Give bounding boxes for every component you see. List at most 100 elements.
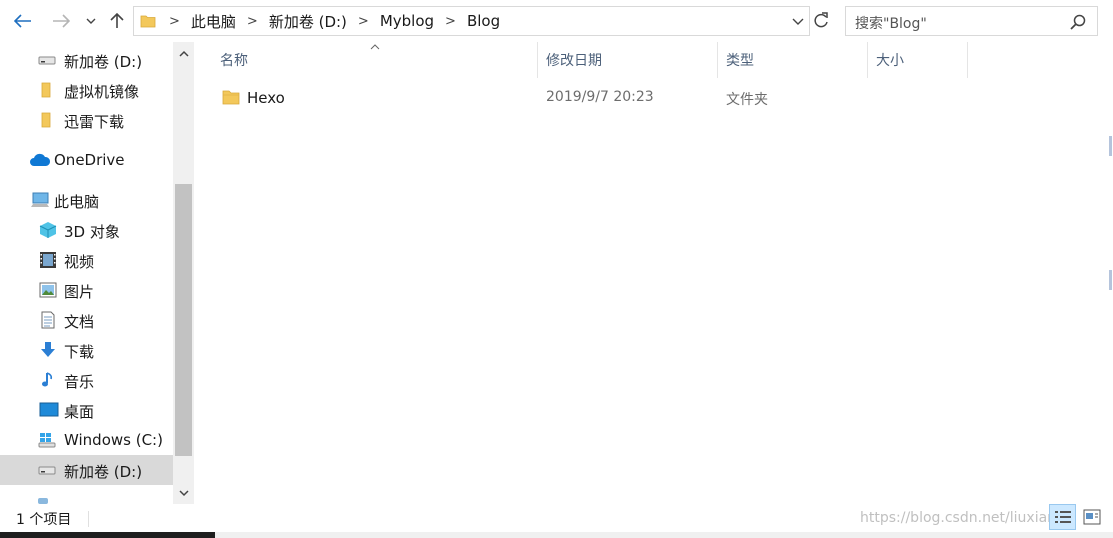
file-name: Hexo	[247, 89, 285, 107]
nav-item-label: 音乐	[64, 373, 95, 391]
nav-item-label: 视频	[64, 253, 95, 271]
nav-item-label: 桌面	[64, 403, 95, 421]
address-dropdown-button[interactable]	[791, 12, 807, 30]
column-header-size[interactable]: 大小	[868, 42, 968, 78]
file-modified: 2019/9/7 20:23	[546, 89, 654, 105]
breadcrumb-blog[interactable]: Blog	[463, 12, 504, 30]
column-header-label: 类型	[726, 53, 754, 69]
nav-item-drive-d[interactable]: 新加卷 (D:)	[0, 455, 173, 485]
breadcrumb-myblog[interactable]: Myblog	[376, 12, 438, 30]
search-box[interactable]: 搜索"Blog"	[845, 6, 1098, 36]
breadcrumb-separator[interactable]: >	[240, 14, 265, 29]
music-icon	[39, 371, 57, 389]
nav-item-label: 新加卷 (D:)	[64, 53, 143, 71]
refresh-icon	[814, 12, 828, 28]
table-row[interactable]: Hexo 2019/9/7 20:23 文件夹	[214, 84, 974, 112]
folder-icon	[222, 89, 240, 105]
window-right-edge	[1108, 0, 1113, 538]
nav-item-onedrive[interactable]: OneDrive	[0, 145, 173, 175]
nav-item-label: OneDrive	[54, 151, 125, 169]
taskbar-edge	[0, 532, 1113, 538]
drive-icon	[38, 461, 56, 479]
status-bar: 1 个项目 https://blog.csdn.net/liuxian	[0, 504, 1113, 532]
folder-icon	[140, 15, 156, 28]
column-header-label: 名称	[220, 53, 248, 69]
desktop-icon	[39, 401, 59, 419]
forward-button[interactable]	[48, 8, 74, 34]
nav-item-xunlei-downloads[interactable]: 迅雷下载	[0, 105, 173, 135]
nav-item-this-pc[interactable]: 此电脑	[0, 185, 173, 215]
scroll-down-button[interactable]	[173, 482, 194, 504]
downloads-icon	[39, 341, 57, 359]
nav-item-drive-d-quick[interactable]: 新加卷 (D:)	[0, 45, 173, 75]
nav-item-label: 虚拟机镜像	[64, 83, 140, 101]
nav-item-label: 下载	[64, 343, 95, 361]
navigation-scrollbar[interactable]	[173, 42, 194, 504]
large-icons-view-button[interactable]	[1078, 504, 1105, 530]
up-arrow-icon	[110, 13, 124, 28]
onedrive-cloud-icon	[29, 151, 51, 169]
nav-item-downloads[interactable]: 下载	[0, 335, 173, 365]
column-header-modified[interactable]: 修改日期	[538, 42, 718, 78]
windows-drive-icon	[38, 431, 56, 449]
chevron-up-icon	[178, 50, 189, 57]
address-bar[interactable]: > 此电脑 > 新加卷 (D:) > Myblog > Blog	[133, 6, 810, 36]
nav-item-videos[interactable]: 视频	[0, 245, 173, 275]
drive-icon	[38, 51, 56, 69]
nav-item-label: 新加卷 (D:)	[64, 463, 143, 481]
address-toolbar: > 此电脑 > 新加卷 (D:) > Myblog > Blog 搜索"Blog…	[0, 0, 1113, 42]
recent-locations-button[interactable]	[82, 8, 100, 34]
nav-item-3d-objects[interactable]: 3D 对象	[0, 215, 173, 245]
forward-arrow-icon	[53, 14, 70, 28]
details-view-button[interactable]	[1049, 504, 1076, 530]
nav-item-label: 文档	[64, 313, 95, 331]
chevron-down-icon	[178, 489, 189, 496]
column-header-name[interactable]: 名称	[212, 42, 538, 78]
breadcrumb-drive-d[interactable]: 新加卷 (D:)	[265, 11, 351, 32]
scroll-up-button[interactable]	[173, 42, 194, 64]
search-placeholder: 搜索"Blog"	[855, 16, 927, 32]
column-header-type[interactable]: 类型	[718, 42, 868, 78]
breadcrumb-separator[interactable]: >	[438, 14, 463, 29]
videos-icon	[39, 251, 57, 269]
folder-icon	[38, 81, 56, 99]
nav-item-label: 3D 对象	[64, 223, 120, 241]
nav-item-desktop[interactable]: 桌面	[0, 395, 173, 425]
chevron-down-icon	[86, 18, 96, 24]
nav-item-label: Windows (C:)	[64, 431, 163, 449]
nav-item-music[interactable]: 音乐	[0, 365, 173, 395]
nav-item-pictures[interactable]: 图片	[0, 275, 173, 305]
refresh-button[interactable]	[812, 8, 834, 34]
breadcrumb: > 此电脑 > 新加卷 (D:) > Myblog > Blog	[140, 7, 504, 35]
file-type: 文件夹	[726, 92, 768, 108]
search-icon[interactable]	[1069, 13, 1087, 31]
status-divider	[88, 511, 89, 527]
nav-item-vm-images[interactable]: 虚拟机镜像	[0, 75, 173, 105]
watermark: https://blog.csdn.net/liuxian	[860, 510, 1057, 526]
scroll-thumb[interactable]	[175, 184, 192, 456]
column-header-label: 修改日期	[546, 53, 602, 69]
documents-icon	[39, 311, 57, 329]
file-list-pane[interactable]: 名称 修改日期 类型 大小 Hexo 2019/9/7 20:23 文件夹	[196, 42, 1113, 504]
breadcrumb-separator[interactable]: >	[351, 14, 376, 29]
this-pc-icon	[30, 191, 50, 209]
breadcrumb-this-pc[interactable]: 此电脑	[187, 11, 240, 32]
item-count: 1 个项目	[16, 512, 72, 528]
large-icons-view-icon	[1083, 509, 1100, 525]
details-view-icon	[1054, 511, 1071, 523]
back-arrow-icon	[14, 14, 31, 28]
navigation-pane[interactable]: 新加卷 (D:) 虚拟机镜像 迅雷下载 OneDrive 此电脑 3D 对象 视…	[0, 42, 196, 504]
up-button[interactable]	[106, 8, 128, 34]
back-button[interactable]	[10, 8, 36, 34]
3d-objects-icon	[39, 221, 57, 239]
folder-icon	[38, 111, 56, 129]
nav-item-label: 此电脑	[54, 193, 100, 211]
nav-item-documents[interactable]: 文档	[0, 305, 173, 335]
nav-item-windows-c[interactable]: Windows (C:)	[0, 425, 173, 455]
column-header-label: 大小	[876, 53, 904, 69]
breadcrumb-separator[interactable]: >	[162, 14, 187, 29]
pictures-icon	[39, 281, 57, 299]
chevron-down-icon	[792, 18, 804, 25]
nav-item-label: 迅雷下载	[64, 113, 125, 131]
nav-item-label: 图片	[64, 283, 95, 301]
